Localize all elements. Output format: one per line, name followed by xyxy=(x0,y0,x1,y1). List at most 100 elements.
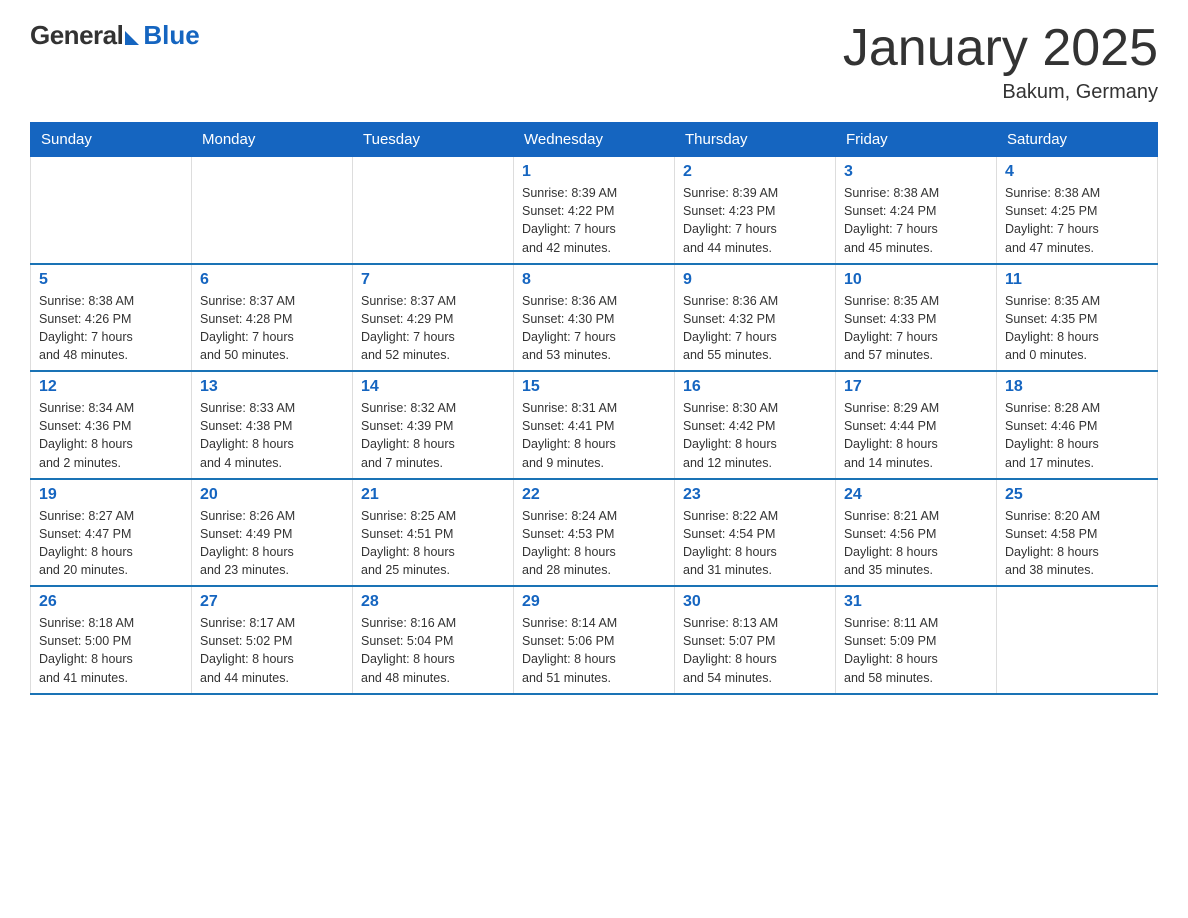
day-info: Sunrise: 8:33 AMSunset: 4:38 PMDaylight:… xyxy=(200,399,344,472)
day-number: 8 xyxy=(522,271,666,289)
calendar-cell: 30Sunrise: 8:13 AMSunset: 5:07 PMDayligh… xyxy=(675,586,836,694)
day-number: 18 xyxy=(1005,378,1149,396)
calendar-cell: 17 Sunrise: 8:29 AMSunset: 4:44 PMDayligh… xyxy=(836,371,997,479)
day-number: 10 xyxy=(844,271,988,289)
day-number: 31 xyxy=(844,593,988,611)
calendar-cell: 6 Sunrise: 8:37 AMSunset: 4:28 PMDaylight… xyxy=(192,264,353,372)
day-info: Sunrise: 8:16 AMSunset: 5:04 PMDaylight:… xyxy=(361,614,505,687)
title-section: January 2025 Bakum, Germany xyxy=(843,20,1158,104)
day-number: 25 xyxy=(1005,486,1149,504)
weekday-header-tuesday: Tuesday xyxy=(353,123,514,157)
day-number: 2 xyxy=(683,163,827,181)
calendar-cell: 18 Sunrise: 8:28 AMSunset: 4:46 PMDayligh… xyxy=(997,371,1158,479)
day-number: 7 xyxy=(361,271,505,289)
calendar-cell: 29 Sunrise: 8:14 AMSunset: 5:06 PMDayligh… xyxy=(514,586,675,694)
calendar-cell: 25Sunrise: 8:20 AMSunset: 4:58 PMDayligh… xyxy=(997,479,1158,587)
day-number: 1 xyxy=(522,163,666,181)
day-info: Sunrise: 8:26 AMSunset: 4:49 PMDaylight:… xyxy=(200,507,344,580)
day-info: Sunrise: 8:22 AMSunset: 4:54 PMDaylight:… xyxy=(683,507,827,580)
week-row-3: 12Sunrise: 8:34 AMSunset: 4:36 PMDayligh… xyxy=(31,371,1158,479)
day-info: Sunrise: 8:37 AMSunset: 4:28 PMDaylight:… xyxy=(200,292,344,365)
calendar-cell: 24Sunrise: 8:21 AMSunset: 4:56 PMDayligh… xyxy=(836,479,997,587)
day-info: Sunrise: 8:21 AMSunset: 4:56 PMDaylight:… xyxy=(844,507,988,580)
day-number: 28 xyxy=(361,593,505,611)
day-number: 5 xyxy=(39,271,183,289)
day-info: Sunrise: 8:17 AMSunset: 5:02 PMDaylight:… xyxy=(200,614,344,687)
weekday-header-wednesday: Wednesday xyxy=(514,123,675,157)
weekday-header-thursday: Thursday xyxy=(675,123,836,157)
day-number: 23 xyxy=(683,486,827,504)
calendar-cell xyxy=(192,157,353,264)
day-info: Sunrise: 8:24 AMSunset: 4:53 PMDaylight:… xyxy=(522,507,666,580)
day-info: Sunrise: 8:39 AMSunset: 4:22 PMDaylight:… xyxy=(522,184,666,257)
day-number: 27 xyxy=(200,593,344,611)
month-title: January 2025 xyxy=(843,20,1158,77)
day-number: 22 xyxy=(522,486,666,504)
calendar-cell: 15 Sunrise: 8:31 AMSunset: 4:41 PMDayligh… xyxy=(514,371,675,479)
calendar-cell: 7 Sunrise: 8:37 AMSunset: 4:29 PMDaylight… xyxy=(353,264,514,372)
week-row-4: 19Sunrise: 8:27 AMSunset: 4:47 PMDayligh… xyxy=(31,479,1158,587)
location-text: Bakum, Germany xyxy=(843,81,1158,104)
day-info: Sunrise: 8:31 AMSunset: 4:41 PMDaylight:… xyxy=(522,399,666,472)
day-number: 26 xyxy=(39,593,183,611)
calendar-cell: 4Sunrise: 8:38 AMSunset: 4:25 PMDaylight… xyxy=(997,157,1158,264)
day-info: Sunrise: 8:28 AMSunset: 4:46 PMDaylight:… xyxy=(1005,399,1149,472)
calendar-cell: 5Sunrise: 8:38 AMSunset: 4:26 PMDaylight… xyxy=(31,264,192,372)
day-info: Sunrise: 8:36 AMSunset: 4:32 PMDaylight:… xyxy=(683,292,827,365)
calendar-cell: 19Sunrise: 8:27 AMSunset: 4:47 PMDayligh… xyxy=(31,479,192,587)
calendar-cell: 27 Sunrise: 8:17 AMSunset: 5:02 PMDayligh… xyxy=(192,586,353,694)
calendar-cell xyxy=(31,157,192,264)
calendar-cell: 26Sunrise: 8:18 AMSunset: 5:00 PMDayligh… xyxy=(31,586,192,694)
weekday-header-friday: Friday xyxy=(836,123,997,157)
calendar-cell xyxy=(997,586,1158,694)
day-number: 15 xyxy=(522,378,666,396)
calendar-cell: 3 Sunrise: 8:38 AMSunset: 4:24 PMDaylight… xyxy=(836,157,997,264)
day-info: Sunrise: 8:34 AMSunset: 4:36 PMDaylight:… xyxy=(39,399,183,472)
day-info: Sunrise: 8:35 AMSunset: 4:33 PMDaylight:… xyxy=(844,292,988,365)
day-number: 6 xyxy=(200,271,344,289)
day-info: Sunrise: 8:13 AMSunset: 5:07 PMDaylight:… xyxy=(683,614,827,687)
calendar-cell: 2 Sunrise: 8:39 AMSunset: 4:23 PMDaylight… xyxy=(675,157,836,264)
day-number: 17 xyxy=(844,378,988,396)
day-info: Sunrise: 8:25 AMSunset: 4:51 PMDaylight:… xyxy=(361,507,505,580)
week-row-5: 26Sunrise: 8:18 AMSunset: 5:00 PMDayligh… xyxy=(31,586,1158,694)
logo-blue-text: Blue xyxy=(143,20,199,51)
calendar-cell: 16Sunrise: 8:30 AMSunset: 4:42 PMDayligh… xyxy=(675,371,836,479)
calendar-cell: 20 Sunrise: 8:26 AMSunset: 4:49 PMDayligh… xyxy=(192,479,353,587)
logo: General Blue xyxy=(30,20,200,51)
day-info: Sunrise: 8:11 AMSunset: 5:09 PMDaylight:… xyxy=(844,614,988,687)
day-info: Sunrise: 8:14 AMSunset: 5:06 PMDaylight:… xyxy=(522,614,666,687)
day-info: Sunrise: 8:29 AMSunset: 4:44 PMDaylight:… xyxy=(844,399,988,472)
calendar-cell: 23 Sunrise: 8:22 AMSunset: 4:54 PMDayligh… xyxy=(675,479,836,587)
calendar-cell: 22 Sunrise: 8:24 AMSunset: 4:53 PMDayligh… xyxy=(514,479,675,587)
logo-general-text: General xyxy=(30,20,123,51)
day-info: Sunrise: 8:30 AMSunset: 4:42 PMDaylight:… xyxy=(683,399,827,472)
day-number: 14 xyxy=(361,378,505,396)
day-number: 9 xyxy=(683,271,827,289)
calendar-cell: 14 Sunrise: 8:32 AMSunset: 4:39 PMDayligh… xyxy=(353,371,514,479)
day-number: 3 xyxy=(844,163,988,181)
calendar-cell: 31 Sunrise: 8:11 AMSunset: 5:09 PMDayligh… xyxy=(836,586,997,694)
day-number: 20 xyxy=(200,486,344,504)
day-info: Sunrise: 8:32 AMSunset: 4:39 PMDaylight:… xyxy=(361,399,505,472)
calendar-cell: 10 Sunrise: 8:35 AMSunset: 4:33 PMDayligh… xyxy=(836,264,997,372)
weekday-header-saturday: Saturday xyxy=(997,123,1158,157)
day-info: Sunrise: 8:36 AMSunset: 4:30 PMDaylight:… xyxy=(522,292,666,365)
calendar-table: SundayMondayTuesdayWednesdayThursdayFrid… xyxy=(30,122,1158,695)
calendar-cell: 21Sunrise: 8:25 AMSunset: 4:51 PMDayligh… xyxy=(353,479,514,587)
calendar-cell: 1 Sunrise: 8:39 AMSunset: 4:22 PMDaylight… xyxy=(514,157,675,264)
day-number: 29 xyxy=(522,593,666,611)
calendar-cell: 28 Sunrise: 8:16 AMSunset: 5:04 PMDayligh… xyxy=(353,586,514,694)
day-info: Sunrise: 8:27 AMSunset: 4:47 PMDaylight:… xyxy=(39,507,183,580)
calendar-cell: 11 Sunrise: 8:35 AMSunset: 4:35 PMDayligh… xyxy=(997,264,1158,372)
day-number: 13 xyxy=(200,378,344,396)
day-info: Sunrise: 8:38 AMSunset: 4:24 PMDaylight:… xyxy=(844,184,988,257)
day-number: 11 xyxy=(1005,271,1149,289)
calendar-cell: 13 Sunrise: 8:33 AMSunset: 4:38 PMDayligh… xyxy=(192,371,353,479)
page-header: General Blue January 2025 Bakum, Germany xyxy=(30,20,1158,104)
day-info: Sunrise: 8:35 AMSunset: 4:35 PMDaylight:… xyxy=(1005,292,1149,365)
calendar-cell: 9 Sunrise: 8:36 AMSunset: 4:32 PMDaylight… xyxy=(675,264,836,372)
day-info: Sunrise: 8:37 AMSunset: 4:29 PMDaylight:… xyxy=(361,292,505,365)
day-info: Sunrise: 8:39 AMSunset: 4:23 PMDaylight:… xyxy=(683,184,827,257)
week-row-1: 1 Sunrise: 8:39 AMSunset: 4:22 PMDaylight… xyxy=(31,157,1158,264)
